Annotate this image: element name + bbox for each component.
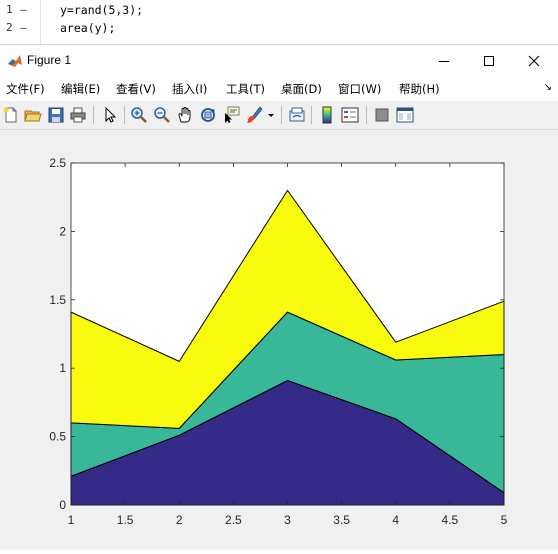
save-icon[interactable] — [47, 106, 65, 124]
brush-icon[interactable] — [245, 106, 263, 124]
zoom-out-icon[interactable] — [153, 106, 171, 124]
toolbar-separator — [311, 106, 312, 124]
figure-window: Figure 1 文件(F) 编辑(E) 查看(V) 插入(I) 工具(T) 桌… — [0, 46, 558, 550]
y-tick-label: 2.5 — [49, 156, 66, 170]
figure-toolbar — [0, 101, 558, 130]
zoom-in-icon[interactable] — [130, 106, 148, 124]
menu-bar: 文件(F) 编辑(E) 查看(V) 插入(I) 工具(T) 桌面(D) 窗口(W… — [0, 77, 558, 99]
y-tick-label: 1.5 — [49, 293, 66, 307]
x-tick-label: 2.5 — [225, 513, 242, 527]
code-text[interactable]: y=rand(5,3); — [60, 3, 143, 17]
toolbar-separator — [93, 106, 94, 124]
line-number: 2 — [6, 21, 13, 34]
menu-view[interactable]: 查看(V) — [116, 81, 156, 97]
x-tick-label: 5 — [501, 513, 508, 527]
link-plot-icon[interactable] — [288, 106, 306, 124]
menu-insert[interactable]: 插入(I) — [172, 81, 207, 97]
hide-plot-tools-icon[interactable] — [373, 106, 391, 124]
maximize-button[interactable] — [467, 46, 511, 76]
menu-help[interactable]: 帮助(H) — [399, 81, 440, 97]
y-tick-label: 0.5 — [49, 430, 66, 444]
close-button[interactable] — [512, 46, 556, 76]
matlab-logo-icon — [7, 53, 23, 69]
window-title: Figure 1 — [27, 53, 72, 67]
code-line-1[interactable]: 1 – y=rand(5,3); — [0, 0, 558, 20]
colorbar-icon[interactable] — [318, 106, 336, 124]
x-tick-label: 4 — [392, 513, 399, 527]
minimize-icon — [439, 61, 449, 62]
pan-hand-icon[interactable] — [176, 106, 194, 124]
figure-canvas[interactable]: 1 1.5 2 2.5 3 3.5 4 4.5 5 0 0.5 1 1.5 2 2.5 — [0, 130, 558, 550]
toolbar-separator — [281, 106, 282, 124]
maximize-icon — [484, 56, 494, 66]
code-editor[interactable]: 1 – y=rand(5,3); 2 – area(y); — [0, 0, 558, 45]
print-icon[interactable] — [69, 106, 87, 124]
legend-icon[interactable] — [341, 106, 359, 124]
breakpoint-marker[interactable]: – — [20, 21, 27, 34]
menu-edit[interactable]: 编辑(E) — [61, 81, 100, 97]
menu-file[interactable]: 文件(F) — [6, 81, 45, 97]
brush-dropdown-icon[interactable] — [266, 106, 276, 124]
rotate-3d-icon[interactable] — [199, 106, 217, 124]
menu-window[interactable]: 窗口(W) — [338, 81, 381, 97]
x-tick-label: 1 — [68, 513, 75, 527]
x-tick-label: 3.5 — [333, 513, 350, 527]
menu-tools[interactable]: 工具(T) — [226, 81, 265, 97]
x-tick-label: 2 — [176, 513, 183, 527]
show-plot-tools-icon[interactable] — [396, 106, 414, 124]
x-tick-label: 3 — [284, 513, 291, 527]
data-cursor-icon[interactable] — [222, 106, 240, 124]
y-tick-label: 0 — [59, 498, 66, 512]
dock-arrow-icon[interactable]: ↘ — [544, 82, 552, 93]
y-tick-label: 2 — [59, 224, 66, 238]
breakpoint-marker[interactable]: – — [20, 3, 27, 16]
title-bar[interactable]: Figure 1 — [0, 46, 558, 76]
x-tick-label: 4.5 — [442, 513, 459, 527]
code-text[interactable]: area(y); — [60, 21, 115, 35]
area-chart[interactable]: 1 1.5 2 2.5 3 3.5 4 4.5 5 0 0.5 1 1.5 2 2.5 — [0, 130, 558, 550]
new-figure-icon[interactable] — [2, 106, 20, 124]
pointer-icon[interactable] — [101, 106, 119, 124]
line-number: 1 — [6, 3, 13, 16]
code-line-2[interactable]: 2 – area(y); — [0, 18, 558, 38]
minimize-button[interactable] — [422, 46, 466, 76]
toolbar-separator — [124, 106, 125, 124]
menu-desktop[interactable]: 桌面(D) — [281, 81, 322, 97]
y-tick-label: 1 — [59, 361, 66, 375]
x-tick-label: 1.5 — [117, 513, 134, 527]
toolbar-separator — [366, 106, 367, 124]
open-file-icon[interactable] — [24, 106, 42, 124]
close-icon — [528, 55, 540, 67]
